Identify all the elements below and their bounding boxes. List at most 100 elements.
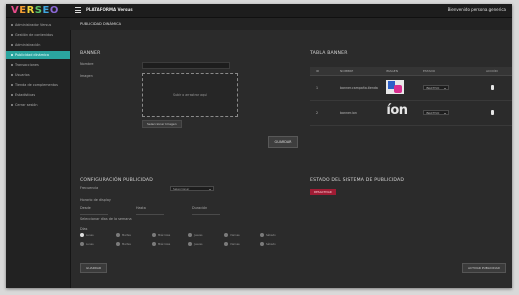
days-label: Días bbox=[80, 227, 88, 231]
bullet-icon bbox=[11, 24, 13, 26]
radio-option[interactable]: Sábado bbox=[260, 242, 276, 246]
radio-label: Lunes bbox=[86, 242, 94, 246]
radio-label: Viernes bbox=[230, 242, 240, 246]
sidebar-item-label: Administración bbox=[15, 43, 41, 47]
banner-section-title: BANNER bbox=[80, 51, 101, 56]
sidebar-item-label: Publicidad dinámica bbox=[15, 53, 49, 57]
sidebar-item-logout[interactable]: Cerrar sesión bbox=[6, 101, 70, 109]
radio-option[interactable]: Martes bbox=[116, 233, 131, 237]
column-header: ID bbox=[316, 69, 320, 73]
radio-option[interactable]: Sábado bbox=[260, 233, 276, 237]
frequency-label: Frecuencia bbox=[80, 186, 99, 190]
logo-letter: V bbox=[11, 5, 20, 16]
delete-icon[interactable] bbox=[491, 85, 494, 90]
frequency-select[interactable]: Seleccionar bbox=[170, 186, 214, 191]
radio-label: Jueves bbox=[194, 233, 203, 237]
bullet-icon bbox=[11, 104, 13, 106]
sidebar-item-label: Gestión de contenidos bbox=[15, 33, 53, 37]
welcome-text: Bienvenido persona.generica bbox=[447, 7, 506, 12]
sidebar-item-label: Usuarios bbox=[15, 73, 30, 77]
radio-label: Jueves bbox=[194, 242, 203, 246]
hamburger-menu-icon[interactable] bbox=[75, 7, 81, 13]
radio-option[interactable]: Jueves bbox=[188, 233, 203, 237]
radio-option[interactable]: Martes bbox=[116, 242, 131, 246]
radio-option[interactable]: Viernes bbox=[224, 242, 240, 246]
radio-option[interactable]: Jueves bbox=[188, 242, 203, 246]
extra-label: Seleccionar días de la semana bbox=[80, 217, 132, 221]
logo-letter: O bbox=[49, 5, 59, 16]
radio-option[interactable]: Miércoles bbox=[152, 242, 170, 246]
dropzone-text: Subir o arrastrar aquí bbox=[172, 93, 208, 97]
logo-letter: E bbox=[42, 5, 50, 16]
image-label: Imagen bbox=[80, 74, 93, 78]
sidebar-item-administration[interactable]: Administración bbox=[6, 41, 70, 49]
delete-icon[interactable] bbox=[491, 110, 494, 115]
breadcrumb-label: PUBLICIDAD DINÁMICA bbox=[80, 22, 122, 26]
to-input[interactable] bbox=[136, 210, 164, 215]
sidebar-item-label: Tienda de complementos bbox=[15, 83, 58, 87]
sidebar-item-label: Transacciones bbox=[15, 63, 39, 67]
radio-option[interactable]: Miércoles bbox=[152, 233, 170, 237]
activate-ads-button[interactable]: ACTIVAR PUBLICIDAD bbox=[462, 263, 506, 273]
sidebar-item-transactions[interactable]: Transacciones bbox=[6, 61, 70, 69]
duration-input[interactable] bbox=[192, 210, 220, 215]
row-id: 1 bbox=[316, 86, 319, 90]
sidebar-item-users[interactable]: Usuarios bbox=[6, 71, 70, 79]
table-row: 1 banner.campaña.tienda INACTIVO bbox=[310, 76, 512, 101]
logo-letter: R bbox=[26, 5, 35, 16]
radio-label: Miércoles bbox=[158, 242, 171, 246]
sidebar-item-content[interactable]: Gestión de contenidos bbox=[6, 31, 70, 39]
radio-label: Martes bbox=[122, 233, 131, 237]
image-dropzone[interactable]: Subir o arrastrar aquí bbox=[142, 73, 238, 117]
banner-thumbnail: íon bbox=[386, 103, 408, 118]
bullet-icon bbox=[11, 34, 13, 36]
sidebar-item-dynamic-ads[interactable]: Publicidad dinámica bbox=[6, 51, 70, 59]
from-input[interactable] bbox=[80, 210, 108, 215]
system-status-title: ESTADO DEL SISTEMA DE PUBLICIDAD bbox=[310, 178, 405, 183]
platform-title: PLATAFORMA Versus bbox=[86, 7, 133, 12]
column-header: ACCIÓN bbox=[486, 69, 498, 73]
breadcrumb: PUBLICIDAD DINÁMICA bbox=[70, 18, 512, 30]
table-row: 2 banner.ion íon INACTIVO bbox=[310, 101, 512, 126]
status-dropdown[interactable]: INACTIVO bbox=[423, 85, 449, 90]
sidebar-item-stats[interactable]: Estadísticas bbox=[6, 91, 70, 99]
main-content: PUBLICIDAD DINÁMICA BANNER Nombre Imagen… bbox=[70, 18, 512, 288]
row-name: banner.ion bbox=[340, 111, 357, 115]
radio-label: Sábado bbox=[266, 242, 276, 246]
radio-label: Sábado bbox=[266, 233, 276, 237]
app-logo: VERSEO bbox=[11, 5, 59, 16]
bullet-icon bbox=[11, 84, 13, 86]
status-dropdown[interactable]: INACTIVO bbox=[423, 110, 449, 115]
sidebar-item-label: Estadísticas bbox=[15, 93, 36, 97]
radio-option[interactable]: Viernes bbox=[224, 233, 240, 237]
sidebar-item-admin[interactable]: Administrador Versus bbox=[6, 21, 70, 29]
radio-option[interactable]: Lunes bbox=[80, 233, 94, 237]
banner-thumbnail bbox=[386, 80, 404, 94]
banner-name-input[interactable] bbox=[142, 62, 230, 69]
sidebar-item-store[interactable]: Tienda de complementos bbox=[6, 81, 70, 89]
top-bar: VERSEO PLATAFORMA Versus Bienvenido pers… bbox=[6, 4, 512, 18]
app-window: VERSEO PLATAFORMA Versus Bienvenido pers… bbox=[6, 4, 512, 288]
radio-option[interactable]: Lunes bbox=[80, 242, 94, 246]
row-name: banner.campaña.tienda bbox=[340, 86, 378, 90]
sidebar-item-label: Administrador Versus bbox=[15, 23, 52, 27]
deactivate-button[interactable]: DESACTIVAR bbox=[310, 189, 336, 195]
radio-label: Lunes bbox=[86, 233, 94, 237]
radio-label: Martes bbox=[122, 242, 131, 246]
schedule-label: Horario de display bbox=[80, 198, 111, 202]
bullet-icon bbox=[11, 44, 13, 46]
save-banner-button[interactable]: GUARDAR bbox=[268, 136, 298, 148]
bullet-icon bbox=[11, 74, 13, 76]
select-image-button[interactable]: Seleccionar Imagen bbox=[142, 120, 182, 128]
logo-letter: S bbox=[34, 5, 43, 16]
name-label: Nombre bbox=[80, 62, 94, 66]
sidebar: Administrador Versus Gestión de contenid… bbox=[6, 18, 71, 288]
radio-label: Miércoles bbox=[158, 233, 171, 237]
column-header: NOMBRE bbox=[340, 69, 354, 73]
logo-letter: E bbox=[19, 5, 27, 16]
column-header: IMAGEN bbox=[386, 69, 398, 73]
bullet-icon bbox=[11, 94, 13, 96]
bullet-icon bbox=[11, 64, 13, 66]
save-config-button[interactable]: GUARDAR bbox=[80, 263, 108, 273]
banner-table-title: TABLA BANNER bbox=[310, 51, 348, 56]
